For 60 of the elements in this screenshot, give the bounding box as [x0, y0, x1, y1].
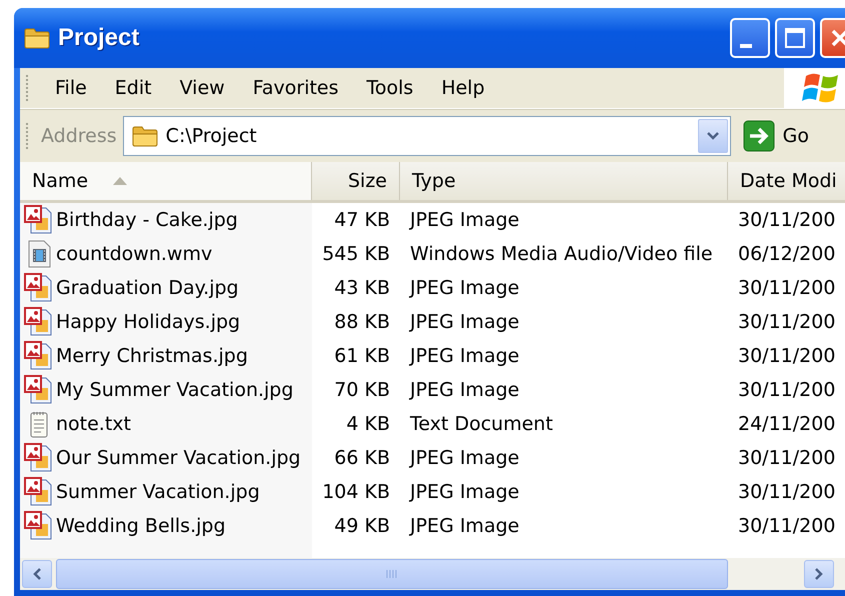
- minimize-icon: [740, 44, 752, 48]
- file-type: JPEG Image: [408, 208, 520, 233]
- file-date: 30/11/200: [737, 276, 836, 301]
- file-size: 66 KB: [333, 446, 391, 471]
- maximize-button[interactable]: [775, 18, 815, 58]
- column-header[interactable]: Type: [400, 162, 728, 200]
- file-size: 4 KB: [345, 412, 391, 437]
- go-button[interactable]: Go: [738, 120, 814, 152]
- column-header[interactable]: Size: [312, 162, 400, 200]
- folder-icon: [132, 125, 158, 147]
- scroll-right-button[interactable]: [804, 560, 834, 588]
- file-date: 30/11/200: [737, 378, 836, 403]
- folder-icon: [24, 27, 50, 49]
- file-type: Text Document: [409, 412, 554, 437]
- menu-item[interactable]: Edit: [100, 77, 166, 99]
- file-type: JPEG Image: [408, 446, 520, 471]
- file-date: 30/11/200: [737, 310, 836, 335]
- menu-item[interactable]: Favorites: [238, 77, 353, 99]
- address-field[interactable]: C:\Project: [122, 116, 731, 156]
- grip-icon: [385, 569, 399, 579]
- file-date: 30/11/200: [737, 480, 836, 505]
- scroll-left-button[interactable]: [22, 560, 52, 588]
- file-size: 104 KB: [321, 480, 391, 505]
- window-title: Project: [58, 24, 140, 52]
- file-size: 70 KB: [333, 378, 391, 403]
- file-name[interactable]: note.txt: [56, 413, 131, 435]
- file-date: 30/11/200: [737, 446, 836, 471]
- file-type: JPEG Image: [408, 344, 520, 369]
- file-type: JPEG Image: [408, 378, 520, 403]
- column-header[interactable]: Name: [20, 162, 312, 200]
- close-icon: [829, 27, 845, 49]
- minimize-button[interactable]: [730, 18, 770, 58]
- file-type: Windows Media Audio/Video file: [409, 242, 714, 267]
- file-date: 30/11/200: [737, 344, 836, 369]
- address-label: Address: [41, 125, 117, 147]
- file-type: JPEG Image: [408, 480, 520, 505]
- file-size: 49 KB: [333, 514, 391, 539]
- maximize-icon: [784, 27, 806, 49]
- menu-item[interactable]: Tools: [352, 77, 428, 99]
- file-size: 61 KB: [333, 344, 391, 369]
- file-type: JPEG Image: [408, 310, 520, 335]
- menu-item[interactable]: Help: [427, 77, 499, 99]
- file-date: 30/11/200: [737, 208, 836, 233]
- file-size: 545 KB: [321, 242, 391, 267]
- file-date: 30/11/200: [737, 514, 836, 539]
- scrollbar-thumb[interactable]: [56, 559, 728, 589]
- file-date: 24/11/200: [737, 412, 836, 437]
- column-header[interactable]: Date Modi: [728, 162, 845, 200]
- chevron-down-icon: [706, 131, 720, 141]
- chevron-left-icon: [32, 567, 42, 581]
- file-size: 47 KB: [333, 208, 391, 233]
- dropdown-button[interactable]: [698, 119, 728, 153]
- menu-item[interactable]: View: [166, 77, 239, 99]
- file-type: JPEG Image: [408, 276, 520, 301]
- chevron-right-icon: [814, 567, 824, 581]
- menu-item[interactable]: File: [41, 77, 101, 99]
- file-size: 88 KB: [333, 310, 391, 335]
- file-size: 43 KB: [333, 276, 391, 301]
- file-date: 06/12/200: [737, 242, 836, 267]
- file-type: JPEG Image: [408, 514, 520, 539]
